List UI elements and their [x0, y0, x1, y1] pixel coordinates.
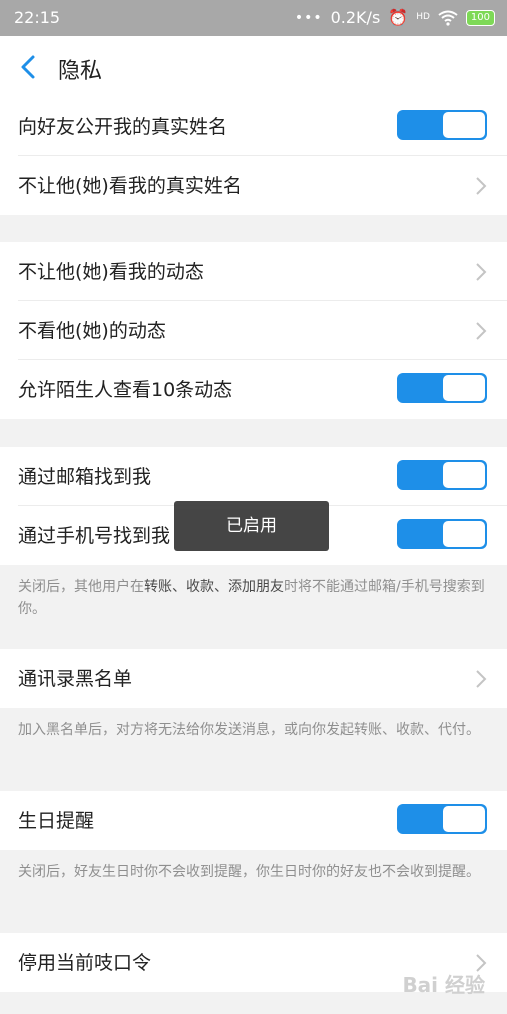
back-arrow-icon[interactable] [18, 54, 40, 80]
row-find-by-email: 通过邮箱找到我 [0, 447, 507, 506]
row-label: 允许陌生人查看10条动态 [18, 379, 233, 401]
row-label: 通过邮箱找到我 [18, 466, 152, 488]
chevron-right-icon [476, 670, 487, 688]
toggle-public-real-name[interactable] [397, 110, 487, 140]
status-time: 22:15 [14, 8, 61, 27]
row-label: 不让他(她)看我的动态 [18, 261, 204, 283]
row-hide-real-name[interactable]: 不让他(她)看我的真实姓名 [0, 156, 507, 215]
watermark-logo: Bai 经验 [402, 973, 485, 997]
toast-message: 已启用 [174, 501, 329, 551]
toggle-birthday-reminder[interactable] [397, 804, 487, 834]
notification-dots: ••• [294, 9, 323, 26]
row-hide-their-moments[interactable]: 不看他(她)的动态 [0, 301, 507, 360]
birthday-note: 关闭后，好友生日时你不会收到提醒，你生日时你的好友也不会收到提醒。 [18, 864, 480, 880]
toggle-knob [443, 521, 485, 547]
toggle-find-by-phone[interactable] [397, 519, 487, 549]
chevron-right-icon [476, 322, 487, 340]
blacklist-note: 加入黑名单后，对方将无法给你发送消息，或向你发起转账、收款、代付。 [18, 722, 480, 738]
row-label: 通讯录黑名单 [18, 668, 133, 690]
find-me-note: 关闭后，其他用户在转账、收款、添加朋友时将不能通过邮箱/手机号搜索到你。 [18, 576, 487, 620]
toggle-knob [443, 462, 485, 488]
toggle-knob [443, 375, 485, 401]
row-label: 向好友公开我的真实姓名 [18, 116, 228, 138]
row-blacklist[interactable]: 通讯录黑名单 [0, 649, 507, 708]
note-text: 关闭后，其他用户在 [18, 579, 144, 595]
row-label: 不让他(她)看我的真实姓名 [18, 175, 242, 197]
row-label: 停用当前吱口令 [18, 952, 152, 974]
network-speed: 0.2K/s [330, 8, 381, 27]
row-hide-my-moments[interactable]: 不让他(她)看我的动态 [0, 242, 507, 301]
toggle-stranger-view-moments[interactable] [397, 373, 487, 403]
battery-icon: 100 [465, 9, 495, 26]
top-bar: 隐私 [0, 36, 507, 98]
toggle-find-by-email[interactable] [397, 460, 487, 490]
hd-icon: HD [416, 12, 430, 22]
status-right: ••• 0.2K/s ⏰ HD 100 [295, 8, 495, 27]
chevron-right-icon [476, 177, 487, 195]
wifi-icon [438, 10, 458, 26]
status-bar: 22:15 ••• 0.2K/s ⏰ HD 100 [0, 0, 507, 36]
row-label: 通过手机号找到我 [18, 525, 171, 547]
row-stranger-view-moments: 允许陌生人查看10条动态 [0, 360, 507, 419]
row-public-real-name: 向好友公开我的真实姓名 [0, 97, 507, 156]
chevron-right-icon [476, 263, 487, 281]
row-label: 生日提醒 [18, 810, 95, 832]
note-highlight: 转账、收款、添加朋友 [144, 579, 284, 595]
toggle-knob [443, 112, 485, 138]
toggle-knob [443, 806, 485, 832]
row-birthday-reminder: 生日提醒 [0, 791, 507, 850]
row-label: 不看他(她)的动态 [18, 320, 166, 342]
page-title: 隐私 [58, 59, 103, 84]
alarm-icon: ⏰ [388, 8, 409, 27]
